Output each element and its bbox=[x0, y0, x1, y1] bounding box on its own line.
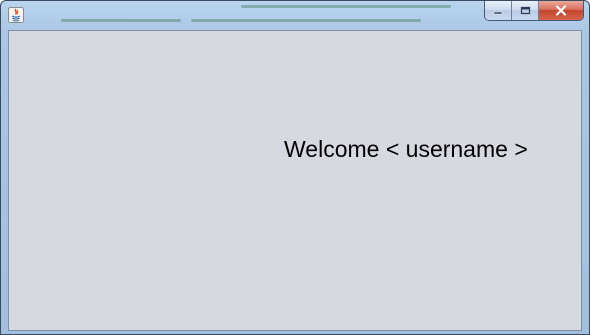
maximize-icon bbox=[520, 6, 530, 15]
caption-buttons bbox=[484, 1, 584, 21]
title-bar[interactable] bbox=[1, 1, 589, 29]
content-panel: Welcome < username > bbox=[8, 30, 582, 331]
minimize-icon bbox=[493, 11, 503, 14]
java-icon[interactable] bbox=[8, 7, 24, 23]
app-window: Welcome < username > bbox=[0, 0, 590, 335]
close-icon bbox=[555, 5, 567, 16]
maximize-button[interactable] bbox=[512, 1, 539, 20]
welcome-label: Welcome < username > bbox=[284, 136, 528, 162]
minimize-button[interactable] bbox=[485, 1, 512, 20]
close-button[interactable] bbox=[539, 1, 583, 20]
